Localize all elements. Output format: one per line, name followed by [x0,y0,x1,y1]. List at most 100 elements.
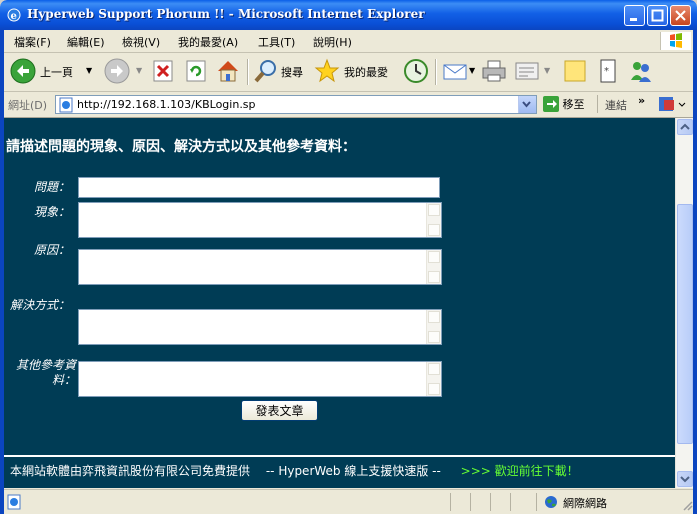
page-content: 請描述問題的現象、原因、解決方式以及其他參考資料： 問題： 現象： 原因： 解決… [4,118,675,488]
menu-favorites[interactable]: 我的最愛(A) [178,34,238,50]
back-button[interactable]: 上一頁 ▼ [10,58,92,86]
windows-flag-icon [660,32,691,50]
search-label: 搜尋 [281,66,303,79]
toolbar: 上一頁 ▼ ▼ 搜尋 我的最愛 ▼ ▼ * [0,53,697,92]
cause-label: 原因： [33,243,70,257]
back-label: 上一頁 [40,66,73,79]
form-heading: 請描述問題的現象、原因、解決方式以及其他參考資料： [6,139,356,155]
edit-button[interactable]: ▼ [514,58,552,86]
page-icon [59,97,73,113]
favorites-label: 我的最愛 [344,66,388,79]
edit-page-icon [515,62,539,80]
menu-view[interactable]: 檢視(V) [122,34,160,50]
footer-provider: 本網站軟體由弈飛資訊股份有限公司免費提供 [10,464,251,478]
discuss-button[interactable] [563,58,587,86]
printer-icon [482,60,506,82]
scroll-down-icon[interactable] [428,331,440,343]
refresh-icon [186,60,206,82]
translate-button[interactable] [657,95,687,114]
address-dropdown-button[interactable] [518,96,536,113]
messenger-pager-button[interactable]: * [598,58,618,86]
edit-dropdown-icon[interactable]: ▼ [544,66,550,75]
home-button[interactable] [215,58,241,86]
submit-post-button[interactable]: 發表文章 [241,400,318,421]
address-separator [597,95,598,113]
mail-button[interactable]: ▼ [442,58,476,86]
go-button[interactable]: 移至 [543,96,585,112]
other-reference-textarea[interactable] [78,361,442,397]
textarea-scrollbar[interactable] [426,203,441,237]
menu-tools[interactable]: 工具(T) [258,34,295,50]
problem-label: 問題： [33,180,70,194]
close-button[interactable] [670,5,691,26]
status-bar: 網際網路 [0,489,697,514]
scroll-up-icon[interactable] [428,311,440,323]
history-button[interactable] [403,58,429,86]
other-reference-label: 其他參考資料： [15,358,76,387]
solution-textarea[interactable] [78,309,442,345]
menu-edit[interactable]: 編輯(E) [67,34,105,50]
print-button[interactable] [481,58,507,86]
go-label: 移至 [562,98,585,111]
textarea-scrollbar[interactable] [426,362,441,396]
favorites-button[interactable]: 我的最愛 [314,58,396,86]
note-icon [564,60,586,82]
textarea-scrollbar[interactable] [426,250,441,284]
forward-dropdown-icon[interactable]: ▼ [136,66,142,75]
cause-textarea[interactable] [78,249,442,285]
footer-download-link[interactable]: >>> 歡迎前往下載！ [461,464,579,478]
stop-button[interactable] [152,58,174,86]
ie-window: e Hyperweb Support Phorum !! - Microsoft… [0,0,697,514]
page-scrollbar[interactable] [675,118,693,488]
scroll-down-icon[interactable] [428,224,440,236]
scroll-down-button[interactable] [677,471,693,487]
solution-label: 解決方式： [9,298,70,312]
device-icon: * [600,59,616,83]
scrollbar-thumb[interactable] [677,204,693,444]
problem-input[interactable] [78,177,440,198]
globe-icon [545,496,557,508]
scroll-down-icon[interactable] [428,271,440,283]
symptom-label: 現象： [33,205,70,219]
menu-help[interactable]: 說明(H) [313,34,352,50]
address-url: http://192.168.1.103/KBLogin.sp [77,98,256,111]
maximize-icon [651,9,664,22]
menu-file[interactable]: 檔案(F) [14,34,51,50]
footer: 本網站軟體由弈飛資訊股份有限公司免費提供 -- HyperWeb 線上支援快速版… [10,462,579,479]
minimize-button[interactable] [624,5,645,26]
scroll-up-icon[interactable] [428,204,440,216]
menu-bar: 檔案(F) 編輯(E) 檢視(V) 我的最愛(A) 工具(T) 說明(H) [0,30,697,53]
back-dropdown-icon[interactable]: ▼ [86,66,92,75]
stop-icon [153,60,173,82]
chevron-down-icon [680,476,690,483]
toolbar-separator [247,59,249,85]
search-button[interactable]: 搜尋 [253,58,308,86]
security-zone: 網際網路 [563,497,607,510]
address-input[interactable]: http://192.168.1.103/KBLogin.sp [55,95,537,114]
forward-button[interactable]: ▼ [104,58,144,86]
scroll-up-icon[interactable] [428,251,440,263]
messenger-button[interactable] [628,58,654,86]
status-divider [470,493,471,511]
symptom-textarea[interactable] [78,202,442,238]
maximize-button[interactable] [647,5,668,26]
address-bar: 網址(D) http://192.168.1.103/KBLogin.sp 移至… [0,92,697,118]
status-divider [490,493,491,511]
go-arrow-icon [543,96,559,112]
search-icon [254,60,276,83]
ie-logo-icon: e [7,8,21,22]
forward-arrow-icon [104,58,130,84]
refresh-button[interactable] [185,58,207,86]
chevron-right-icon[interactable]: » [638,94,645,107]
mail-dropdown-icon[interactable]: ▼ [469,66,475,75]
people-icon [631,62,651,82]
minimize-icon [630,18,637,21]
scroll-up-icon[interactable] [428,363,440,375]
textarea-scrollbar[interactable] [426,310,441,344]
window-frame-left [0,30,4,514]
mail-icon [443,64,467,80]
scroll-up-button[interactable] [677,119,693,135]
scroll-down-icon[interactable] [428,383,440,395]
links-button[interactable]: 連結 [605,97,627,113]
window-title: Hyperweb Support Phorum !! - Microsoft I… [27,7,425,21]
